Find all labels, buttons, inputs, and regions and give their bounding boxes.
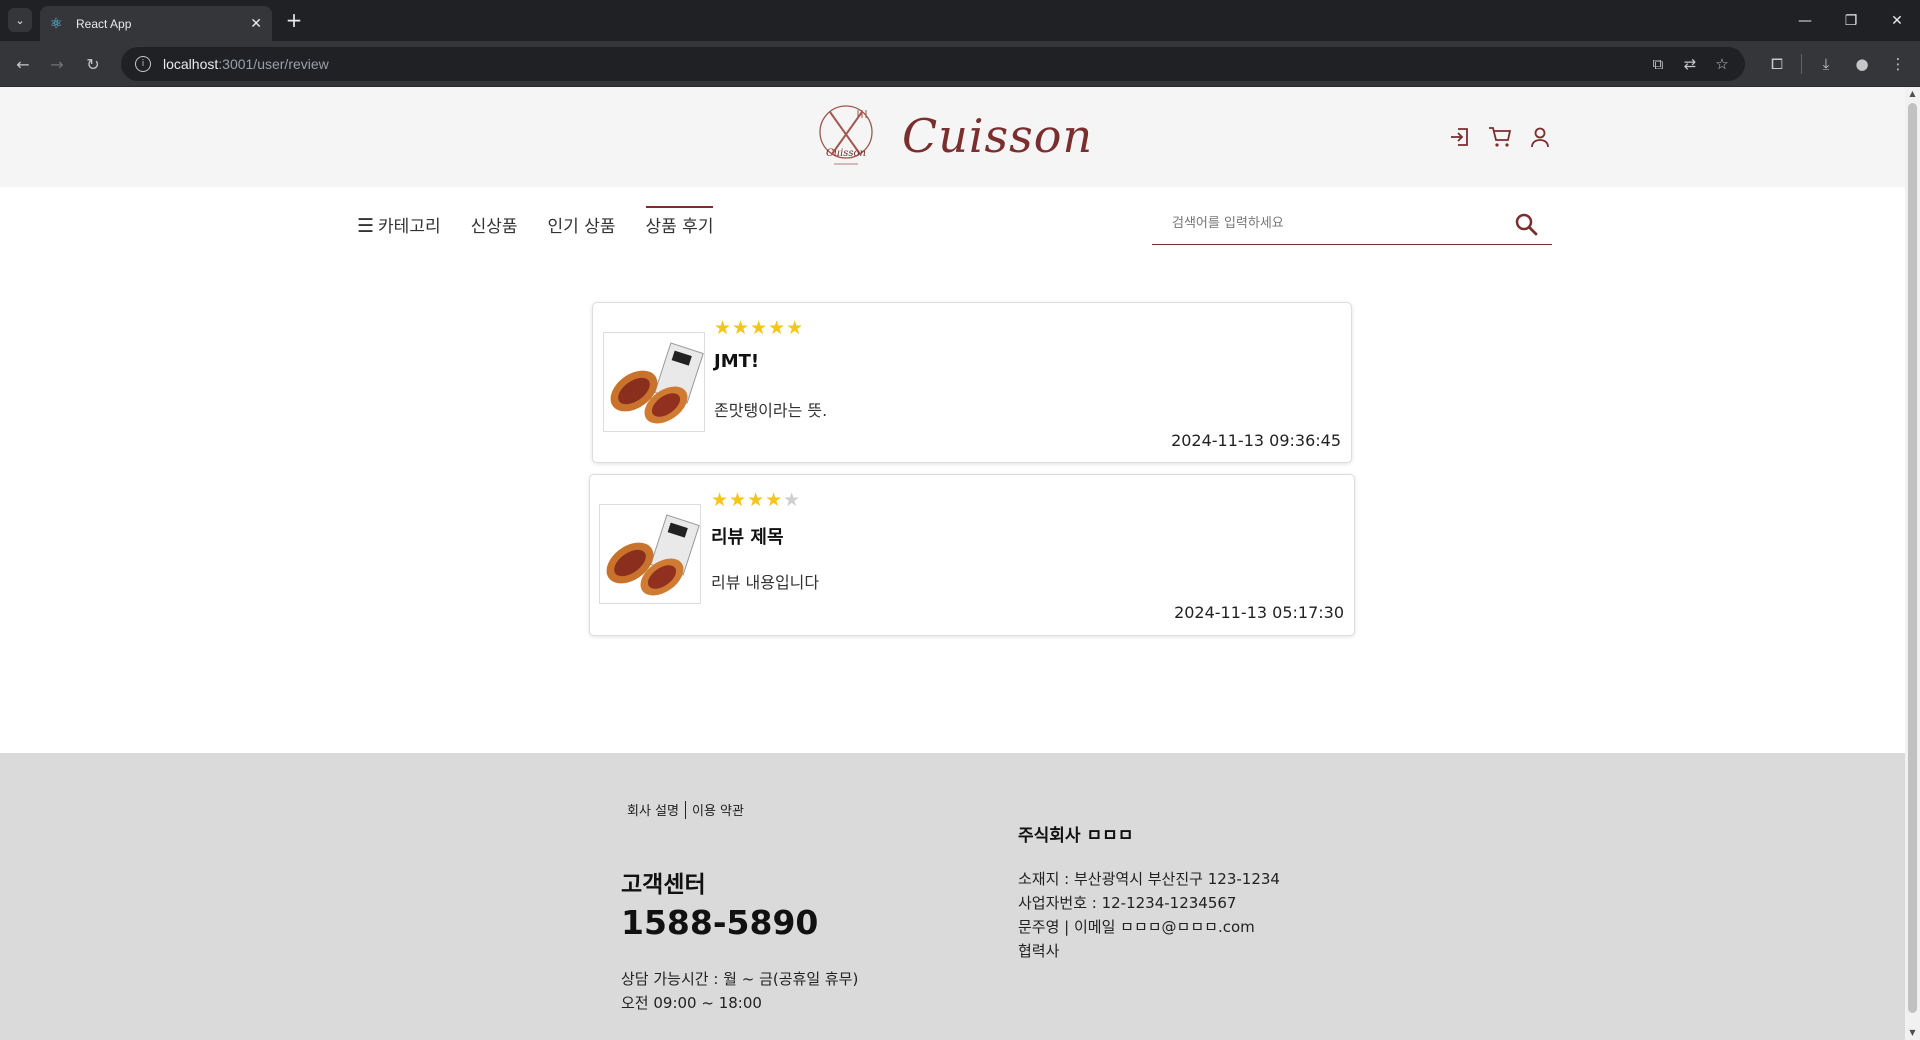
browser-tab-bar: ⌄ ⚛ React App ✕ + — ❐ ✕ — [0, 0, 1920, 41]
cart-icon[interactable] — [1488, 125, 1512, 149]
logo-wordmark[interactable]: Cuisson — [902, 109, 1093, 163]
browser-menu-icon[interactable]: ⋮ — [1886, 51, 1910, 77]
review-body: 존맛탱이라는 뜻. — [714, 401, 828, 420]
bookmark-star-icon[interactable]: ☆ — [1713, 55, 1731, 73]
company-name: 주식회사 ㅁㅁㅁ — [1018, 826, 1134, 846]
site-header: Cuisson Cuisson — [0, 87, 1905, 187]
company-address: 소재지 : 부산광역시 부산진구 123-1234 — [1018, 870, 1280, 888]
footer-link-terms[interactable]: 이용 약관 — [692, 800, 744, 819]
url-host: localhost — [163, 56, 219, 72]
install-app-icon[interactable]: ⧉ — [1649, 55, 1667, 73]
nav-popular-products[interactable]: 인기 상품 — [548, 212, 616, 245]
profile-icon[interactable]: ● — [1850, 51, 1874, 77]
star-rating: ★★★★★ — [714, 317, 804, 339]
window-close-button[interactable]: ✕ — [1874, 0, 1920, 41]
footer-link-about[interactable]: 회사 설명 — [627, 800, 679, 819]
review-card[interactable]: ★★★★★ JMT! 존맛탱이라는 뜻. 2024-11-13 09:36:45 — [592, 302, 1352, 463]
page-scrollbar[interactable]: ▲ ▼ — [1905, 87, 1920, 1040]
footer-links: 회사 설명 이용 약관 — [627, 800, 744, 819]
site-info-icon[interactable]: i — [135, 56, 151, 72]
new-tab-button[interactable]: + — [282, 8, 306, 32]
cs-hours-line: 오전 09:00 ~ 18:00 — [621, 994, 762, 1012]
nav-product-reviews[interactable]: 상품 후기 — [645, 206, 713, 245]
tab-search-button[interactable]: ⌄ — [8, 8, 32, 32]
company-biz-number: 사업자번호 : 12-1234-1234567 — [1018, 894, 1237, 912]
logo-emblem-icon[interactable]: Cuisson — [818, 104, 874, 168]
nav-category[interactable]: ☰ 카테고리 — [357, 212, 441, 245]
page-viewport: Cuisson Cuisson ☰ 카테고리 신상품 인기 상품 상품 후기 검… — [0, 87, 1905, 1040]
customer-center-hours: 상담 가능시간 : 월 ~ 금(공휴일 휴무) 오전 09:00 ~ 18:00 — [621, 967, 858, 1015]
url-path: :3001/user/review — [218, 56, 329, 72]
extensions-icon[interactable]: ⧠ — [1765, 51, 1789, 77]
menu-icon: ☰ — [357, 215, 375, 237]
customer-center-label: 고객센터 — [621, 872, 706, 898]
review-date: 2024-11-13 09:36:45 — [1171, 431, 1341, 450]
search-icon[interactable] — [1514, 212, 1538, 236]
restore-button[interactable]: ❐ — [1828, 0, 1874, 41]
nav-new-products[interactable]: 신상품 — [471, 212, 518, 245]
translate-icon[interactable]: ⇄ — [1681, 55, 1699, 73]
product-thumbnail[interactable] — [599, 504, 701, 604]
main-nav: ☰ 카테고리 신상품 인기 상품 상품 후기 — [357, 206, 713, 245]
product-thumbnail[interactable] — [603, 332, 705, 432]
company-partners: 협력사 — [1018, 942, 1060, 960]
back-button[interactable]: ← — [10, 51, 36, 77]
forward-button[interactable]: → — [44, 51, 70, 77]
customer-center-phone: 1588-5890 — [621, 903, 819, 942]
react-favicon-icon: ⚛ — [50, 15, 63, 32]
minimize-button[interactable]: — — [1782, 0, 1828, 41]
company-contact: 문주영 | 이메일 ㅁㅁㅁ@ㅁㅁㅁ.com — [1018, 918, 1255, 936]
stars-filled: ★★★★★ — [714, 317, 805, 339]
downloads-icon[interactable]: ⤓ — [1814, 51, 1838, 77]
scroll-down-arrow-icon[interactable]: ▼ — [1905, 1026, 1920, 1040]
review-title: JMT! — [714, 351, 760, 372]
browser-tab[interactable]: ⚛ React App ✕ — [40, 6, 272, 41]
nav-category-label: 카테고리 — [378, 217, 441, 237]
scrollbar-thumb[interactable] — [1908, 103, 1917, 1013]
review-title: 리뷰 제목 — [711, 527, 784, 548]
tab-close-icon[interactable]: ✕ — [250, 16, 262, 32]
tab-title: React App — [76, 16, 132, 31]
address-bar[interactable]: i localhost:3001/user/review ⧉ ⇄ ☆ — [121, 47, 1745, 81]
search-input[interactable] — [1152, 216, 1492, 231]
user-icon[interactable] — [1528, 125, 1552, 149]
footer-link-divider — [684, 800, 686, 819]
window-controls: — ❐ ✕ — [1782, 0, 1920, 41]
stars-filled: ★★★★ — [711, 489, 784, 511]
review-body: 리뷰 내용입니다 — [711, 573, 820, 592]
logo-emblem-text: Cuisson — [826, 148, 866, 159]
browser-toolbar: ← → ↻ i localhost:3001/user/review ⧉ ⇄ ☆… — [0, 41, 1920, 87]
stars-empty: ★ — [783, 489, 802, 511]
scroll-up-arrow-icon[interactable]: ▲ — [1905, 87, 1920, 101]
company-info: 소재지 : 부산광역시 부산진구 123-1234 사업자번호 : 12-123… — [1018, 867, 1280, 963]
site-footer: 회사 설명 이용 약관 고객센터 1588-5890 상담 가능시간 : 월 ~… — [0, 753, 1905, 1040]
review-date: 2024-11-13 05:17:30 — [1174, 603, 1344, 622]
review-card[interactable]: ★★★★★ 리뷰 제목 리뷰 내용입니다 2024-11-13 05:17:30 — [589, 474, 1355, 636]
toolbar-divider — [1801, 54, 1802, 74]
reload-button[interactable]: ↻ — [80, 51, 106, 77]
url-text: localhost:3001/user/review — [163, 56, 329, 72]
header-actions — [1448, 125, 1552, 149]
login-icon[interactable] — [1448, 125, 1472, 149]
search-bar — [1152, 203, 1552, 245]
cs-hours-line: 상담 가능시간 : 월 ~ 금(공휴일 휴무) — [621, 970, 859, 988]
star-rating: ★★★★★ — [711, 489, 801, 511]
